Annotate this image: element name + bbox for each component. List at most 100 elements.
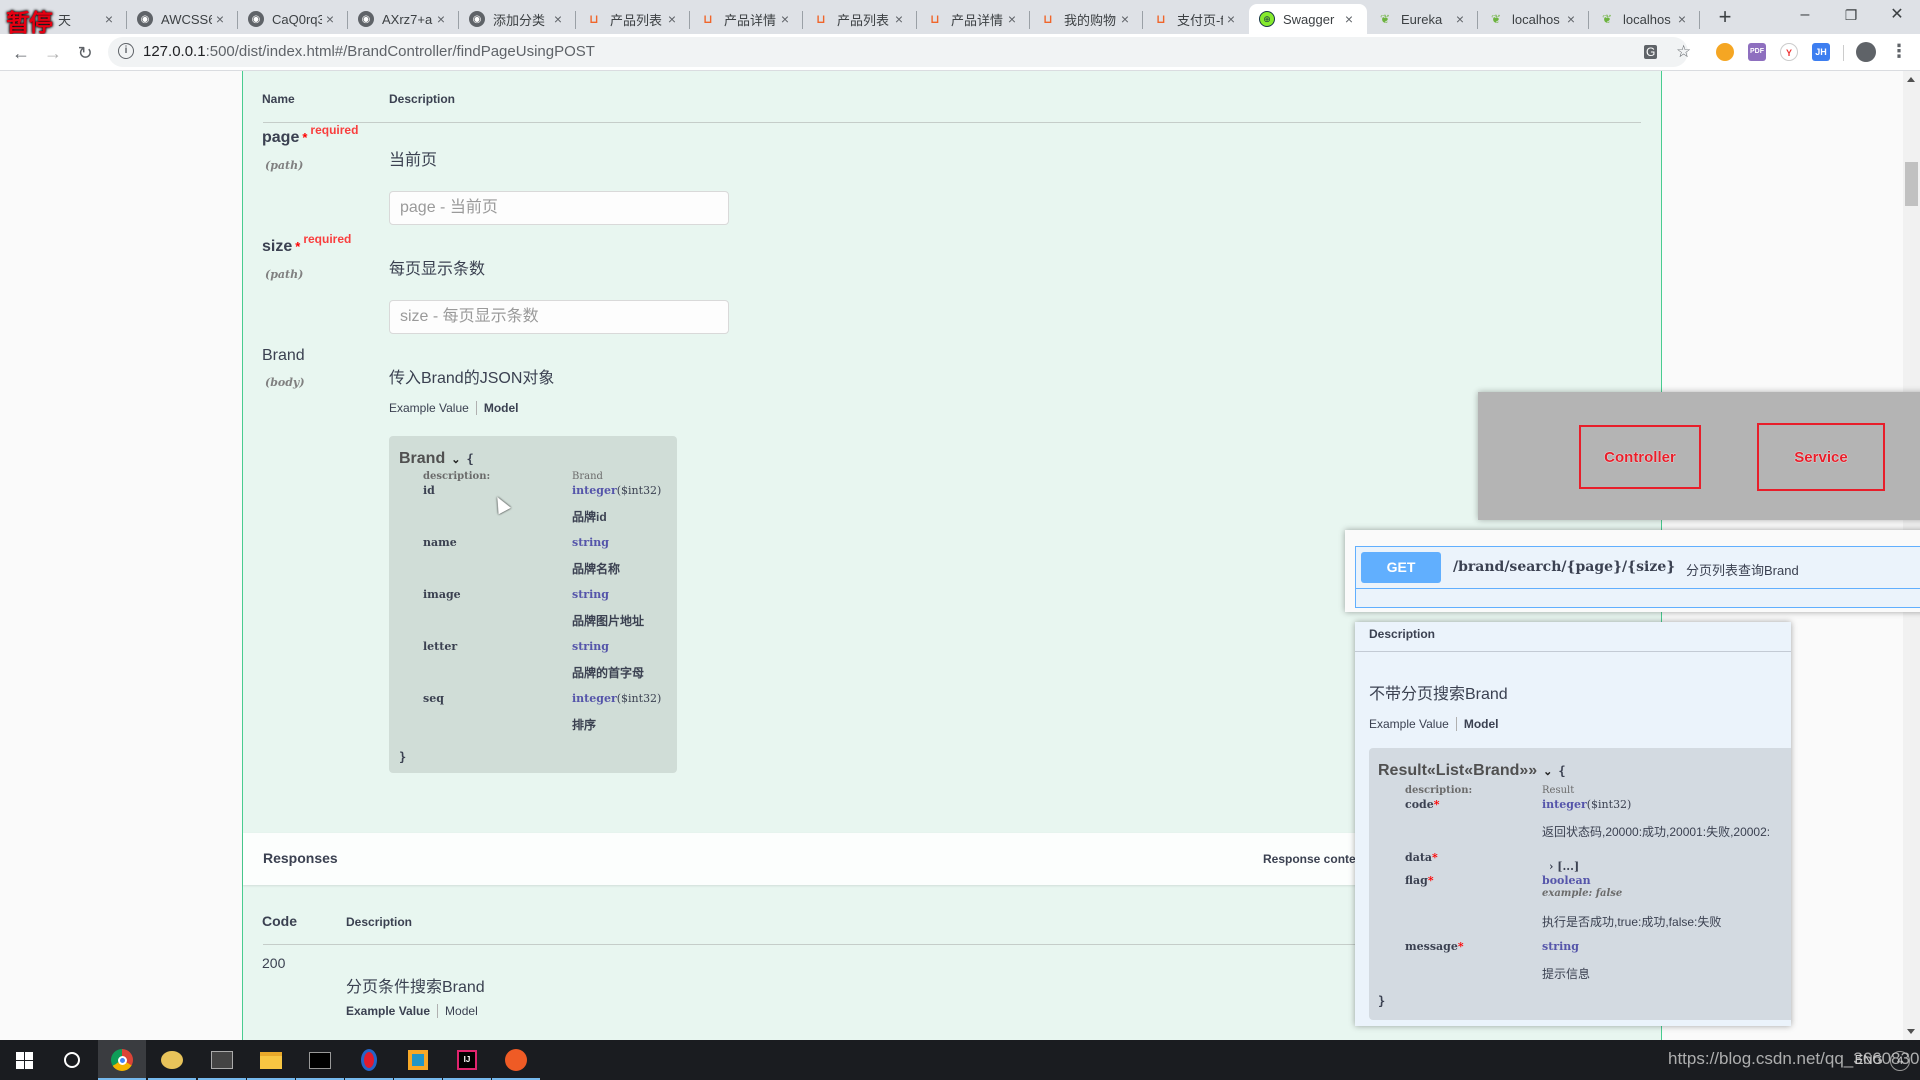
- url-text[interactable]: 127.0.0.1:500/dist/index.html#/BrandCont…: [143, 43, 595, 60]
- chevron-down-icon[interactable]: ⌄: [451, 454, 460, 466]
- jh-ext-icon[interactable]: JH: [1812, 43, 1830, 61]
- model-title[interactable]: Brand ⌄{: [399, 450, 474, 468]
- browser-tab[interactable]: ⊔ 支付页-f ×: [1143, 4, 1249, 34]
- desc-example-value-tab[interactable]: Example Value: [1369, 717, 1449, 731]
- tab-close-icon[interactable]: ×: [550, 11, 566, 27]
- browser-tab[interactable]: ⊔ 我的购物 ×: [1030, 4, 1143, 34]
- app-icon[interactable]: [345, 1040, 393, 1080]
- tab-close-icon[interactable]: ×: [664, 11, 680, 27]
- windows-taskbar: IJ ENG 4 https://blog.csdn.net/qq_366083…: [0, 1040, 1920, 1080]
- tab-close-icon[interactable]: ×: [1563, 11, 1579, 27]
- model-tab[interactable]: Model: [484, 401, 519, 415]
- result-data-expander[interactable]: › [...]: [1549, 860, 1579, 873]
- profile-icon[interactable]: [1856, 42, 1876, 62]
- result-field-flag: flag*: [1405, 874, 1434, 887]
- tab-close-icon[interactable]: ×: [1117, 11, 1133, 27]
- tab-close-icon[interactable]: ×: [1004, 11, 1020, 27]
- forward-button[interactable]: →: [40, 40, 66, 66]
- cortana-search-icon[interactable]: [48, 1040, 96, 1080]
- tab-close-icon[interactable]: ×: [101, 11, 117, 27]
- chevron-right-icon[interactable]: ›: [1549, 860, 1553, 873]
- browser-tab[interactable]: ⊔ 产品列表 ×: [576, 4, 690, 34]
- response-tab-switch: Example Value Model: [346, 1004, 478, 1018]
- browser-tab[interactable]: ◉ 添加分类 ×: [459, 4, 576, 34]
- close-window-button[interactable]: ✕: [1874, 0, 1920, 30]
- browser-tab[interactable]: ⊔ 产品列表 ×: [803, 4, 917, 34]
- intellij-icon[interactable]: IJ: [443, 1040, 491, 1080]
- chrome-icon[interactable]: [98, 1040, 146, 1080]
- response-model-tab[interactable]: Model: [445, 1004, 478, 1018]
- browser-tab[interactable]: ◉ AWCSS6 ×: [127, 4, 238, 34]
- browser-tab[interactable]: ⊔ 产品详情 ×: [917, 4, 1030, 34]
- scroll-up-arrow-icon[interactable]: [1907, 77, 1915, 82]
- response-description: 分页条件搜索Brand: [346, 979, 485, 996]
- browser-tab[interactable]: ⊕ Swagger ×: [1249, 4, 1367, 34]
- translate-icon[interactable]: G: [1644, 45, 1658, 59]
- menu-icon[interactable]: ⋮: [1890, 42, 1908, 60]
- y-ext-icon[interactable]: Y: [1780, 43, 1798, 61]
- bookmark-star-icon[interactable]: ☆: [1676, 42, 1691, 62]
- globe-icon: ◉: [137, 11, 153, 27]
- chevron-down-icon[interactable]: ⌄: [1543, 766, 1552, 778]
- minimize-button[interactable]: –: [1782, 0, 1828, 30]
- scrollbar-thumb[interactable]: [1905, 162, 1918, 206]
- browser-tab[interactable]: ⊔ 产品详情 ×: [690, 4, 803, 34]
- size-input[interactable]: [389, 300, 729, 334]
- tab-title: 产品详情: [724, 12, 777, 28]
- result-type-code: integer($int32): [1542, 798, 1632, 811]
- pdf-ext-icon[interactable]: PDF: [1748, 43, 1766, 61]
- new-tab-button[interactable]: +: [1711, 4, 1739, 30]
- tab-close-icon[interactable]: ×: [891, 11, 907, 27]
- cmd-icon[interactable]: [296, 1040, 344, 1080]
- scroll-down-arrow-icon[interactable]: [1907, 1029, 1915, 1034]
- tab-close-icon[interactable]: ×: [777, 11, 793, 27]
- browser-tab[interactable]: ❦ Eureka ×: [1367, 4, 1478, 34]
- brand-model-box: Brand ⌄{ description: Brand id integer($in…: [389, 436, 677, 773]
- browser-tab[interactable]: ❦ localhos ×: [1478, 4, 1589, 34]
- tab-close-icon[interactable]: ×: [322, 11, 338, 27]
- result-model-title[interactable]: Result«List«Brand»» ⌄{: [1378, 762, 1566, 780]
- vmware-icon[interactable]: [394, 1040, 442, 1080]
- tab-close-icon[interactable]: ×: [1674, 11, 1690, 27]
- tab-close-icon[interactable]: ×: [212, 11, 228, 27]
- navicat-icon[interactable]: [148, 1040, 196, 1080]
- tab-close-icon[interactable]: ×: [1341, 11, 1357, 27]
- browser-tab[interactable]: ◉ AXrz7+a ×: [348, 4, 459, 34]
- tab-close-icon[interactable]: ×: [1452, 11, 1468, 27]
- windows-start-icon[interactable]: [0, 1040, 48, 1080]
- globe-icon: ◉: [248, 11, 264, 27]
- result-type-flag: boolean: [1542, 874, 1591, 887]
- get-endpoint-summary[interactable]: GET /brand/search/{page}/{size} 分页列表查询Br…: [1356, 547, 1920, 589]
- get-endpoint-block[interactable]: GET /brand/search/{page}/{size} 分页列表查询Br…: [1355, 546, 1920, 608]
- browser-tab[interactable]: ❦ localhos ×: [1589, 4, 1700, 34]
- param-name-brand: Brand: [262, 347, 305, 364]
- desc-model-tab[interactable]: Model: [1464, 717, 1499, 731]
- tool-icon[interactable]: [198, 1040, 246, 1080]
- postman-icon[interactable]: [492, 1040, 540, 1080]
- back-button[interactable]: ←: [8, 40, 34, 66]
- response-example-value-tab[interactable]: Example Value: [346, 1004, 430, 1018]
- model-close-brace: }: [399, 750, 407, 764]
- reload-button[interactable]: ↻: [72, 40, 98, 66]
- result-field-code: code*: [1405, 798, 1440, 811]
- page-input[interactable]: [389, 191, 729, 225]
- model-type-id: integer($int32): [572, 484, 662, 497]
- site-info-icon[interactable]: i: [118, 43, 134, 59]
- tab-separator: [1699, 11, 1700, 29]
- orange-ext-icon[interactable]: [1716, 43, 1734, 61]
- address-bar[interactable]: i 127.0.0.1:500/dist/index.html#/BrandCo…: [108, 37, 1691, 67]
- tab-close-icon[interactable]: ×: [1223, 11, 1239, 27]
- file-explorer-icon[interactable]: [247, 1040, 295, 1080]
- browser-tab[interactable]: ◉ CaQ0rq3 ×: [238, 4, 348, 34]
- forward-arrow-icon: →: [44, 43, 62, 63]
- model-field-id: id: [423, 484, 435, 497]
- params-col-name: Name: [262, 92, 295, 106]
- responses-col-description: Description: [346, 915, 413, 929]
- tab-title: Swagger: [1283, 11, 1335, 27]
- maximize-button[interactable]: ❐: [1828, 0, 1874, 30]
- example-value-tab[interactable]: Example Value: [389, 401, 469, 415]
- response-code: 200: [262, 955, 286, 971]
- tab-divider: [475, 401, 477, 415]
- tab-close-icon[interactable]: ×: [433, 11, 449, 27]
- get-endpoint-popup: GET /brand/search/{page}/{size} 分页列表查询Br…: [1345, 530, 1920, 612]
